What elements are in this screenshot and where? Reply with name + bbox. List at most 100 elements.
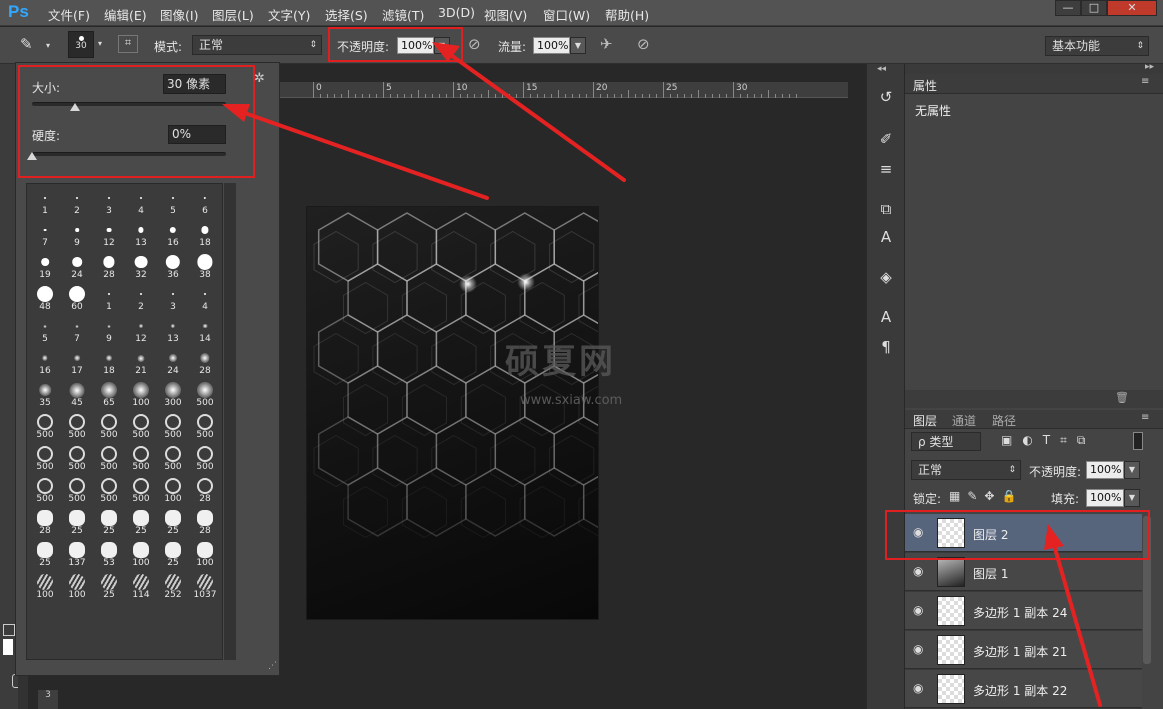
layer-blend-select[interactable]: 正常 ⇕ [911,460,1021,480]
brush-preset[interactable]: 6 [189,186,221,218]
character-icon[interactable]: A [873,304,899,330]
brush-preset[interactable]: 3 [157,282,189,314]
brush-preset[interactable]: 25 [93,570,125,602]
brush-preset[interactable]: 25 [29,538,61,570]
collapse-panel-icon[interactable]: ◂◂ [877,64,886,74]
brush-preset[interactable]: 100 [61,570,93,602]
paragraph-icon[interactable]: ¶ [873,334,899,360]
tab-properties[interactable]: 属性 [913,77,937,94]
brush-preset[interactable]: 65 [93,378,125,410]
brush-preset[interactable]: 24 [157,346,189,378]
tab-layers[interactable]: 图层 [913,412,937,429]
fill-dropdown-icon[interactable]: ▼ [1124,489,1140,507]
brush-preset[interactable]: 1037 [189,570,221,602]
minimize-button[interactable]: — [1055,0,1081,16]
brush-preset[interactable]: 4 [125,186,157,218]
flow-dropdown-icon[interactable]: ▼ [570,37,586,54]
layer-filter-icons[interactable]: ▣◐T⌗⧉ [1001,433,1095,448]
brush-preset[interactable]: 28 [189,506,221,538]
preset-scrollbar[interactable] [224,183,236,660]
brush-preset[interactable]: 25 [61,506,93,538]
brush-preset[interactable]: 4 [189,282,221,314]
blend-mode-select[interactable]: 正常 ⇕ [192,35,322,55]
workspace-select[interactable]: 基本功能 ⇕ [1045,36,1149,56]
brush-preset[interactable]: 21 [125,346,157,378]
brush-preset[interactable]: 100 [29,570,61,602]
quick-mask-icon[interactable] [3,624,15,636]
brush-preset[interactable]: 19 [29,250,61,282]
layer-opacity-dropdown-icon[interactable]: ▼ [1124,461,1140,479]
eye-icon[interactable]: ◉ [913,681,923,695]
brush-preset[interactable]: 24 [61,250,93,282]
layer-filter-select[interactable]: ρ 类型 [911,432,981,451]
filter-toggle[interactable] [1133,432,1143,450]
adjustments-icon[interactable]: ≡ [873,156,899,182]
size-slider-knob[interactable] [69,103,80,111]
close-button[interactable]: ✕ [1107,0,1157,16]
brush-preset[interactable]: 28 [189,346,221,378]
brush-preset[interactable]: 114 [125,570,157,602]
brush-preset[interactable]: 18 [189,218,221,250]
panel-menu-icon[interactable]: ≡ [1141,76,1149,87]
brush-preset[interactable]: 12 [125,314,157,346]
layer-opacity-input[interactable]: 100% [1086,461,1124,479]
brush-preset[interactable]: 17 [61,346,93,378]
brush-preset[interactable]: 500 [29,442,61,474]
panel-menu-icon[interactable]: ≡ [1141,412,1149,423]
brush-preset[interactable]: 45 [61,378,93,410]
brush-preset[interactable]: 3 [93,186,125,218]
brush-preset[interactable]: 13 [125,218,157,250]
brush-preset[interactable]: 500 [157,410,189,442]
menu-item[interactable]: 选择(S) [325,5,368,24]
tab-paths[interactable]: 路径 [992,412,1016,429]
brush-preset[interactable]: 2 [125,282,157,314]
flow-input[interactable]: 100% [533,37,570,54]
trash-icon[interactable]: 🗑 [1115,391,1129,404]
brush-preset[interactable]: 18 [93,346,125,378]
brush-preset[interactable]: 300 [157,378,189,410]
brush-preset[interactable]: 7 [61,314,93,346]
brush-preset[interactable]: 53 [93,538,125,570]
brush-preset[interactable]: 500 [61,410,93,442]
brush-preset[interactable]: 500 [125,410,157,442]
brush-preset[interactable]: 500 [29,474,61,506]
menu-item[interactable]: 滤镜(T) [382,5,424,24]
history-icon[interactable]: ↺ [873,84,899,110]
menu-item[interactable]: 编辑(E) [104,5,147,24]
character-styles-icon[interactable]: A [873,224,899,250]
layer-row[interactable]: ◉ 多边形 1 副本 24 [905,592,1142,630]
brush-preset[interactable]: 500 [125,442,157,474]
pressure-opacity-icon[interactable]: ⊘ [468,35,481,53]
menu-item[interactable]: 文件(F) [48,5,90,24]
brush-preset[interactable]: 7 [29,218,61,250]
brush-preset[interactable]: 1 [29,186,61,218]
brush-preset[interactable]: 36 [157,250,189,282]
brush-preset-picker[interactable]: 30 [68,31,94,58]
brush-preset[interactable]: 14 [189,314,221,346]
eye-icon[interactable]: ◉ [913,642,923,656]
brush-preset[interactable]: 9 [93,314,125,346]
brush-preset[interactable]: 28 [29,506,61,538]
layer-thumbnail[interactable] [937,557,965,587]
brush-preset[interactable]: 25 [157,506,189,538]
fill-input[interactable]: 100% [1086,489,1124,507]
size-input[interactable]: 30 像素 [163,74,226,94]
pressure-size-icon[interactable]: ⊘ [637,35,650,53]
brush-preset[interactable]: 28 [93,250,125,282]
brush-preset[interactable]: 28 [189,474,221,506]
brush-tool-icon[interactable]: ✎ [20,35,33,53]
menu-item[interactable]: 3D(D) [438,5,475,20]
airbrush-icon[interactable]: ✈ [600,35,613,53]
layer-thumbnail[interactable] [937,674,965,704]
brush-preset[interactable]: 500 [189,442,221,474]
brush-preset[interactable]: 1 [93,282,125,314]
brush-preset[interactable]: 100 [189,538,221,570]
menu-item[interactable]: 图像(I) [160,5,198,24]
menu-item[interactable]: 视图(V) [484,5,527,24]
maximize-button[interactable]: □ [1081,0,1107,16]
opacity-input[interactable]: 100% [397,37,434,54]
layer-row[interactable]: ◉ 多边形 1 副本 22 [905,670,1142,708]
clone-source-icon[interactable]: ⧉ [873,196,899,222]
brush-picker-arrow-icon[interactable]: ▾ [98,39,102,48]
chevron-down-icon[interactable]: ▾ [46,41,50,50]
